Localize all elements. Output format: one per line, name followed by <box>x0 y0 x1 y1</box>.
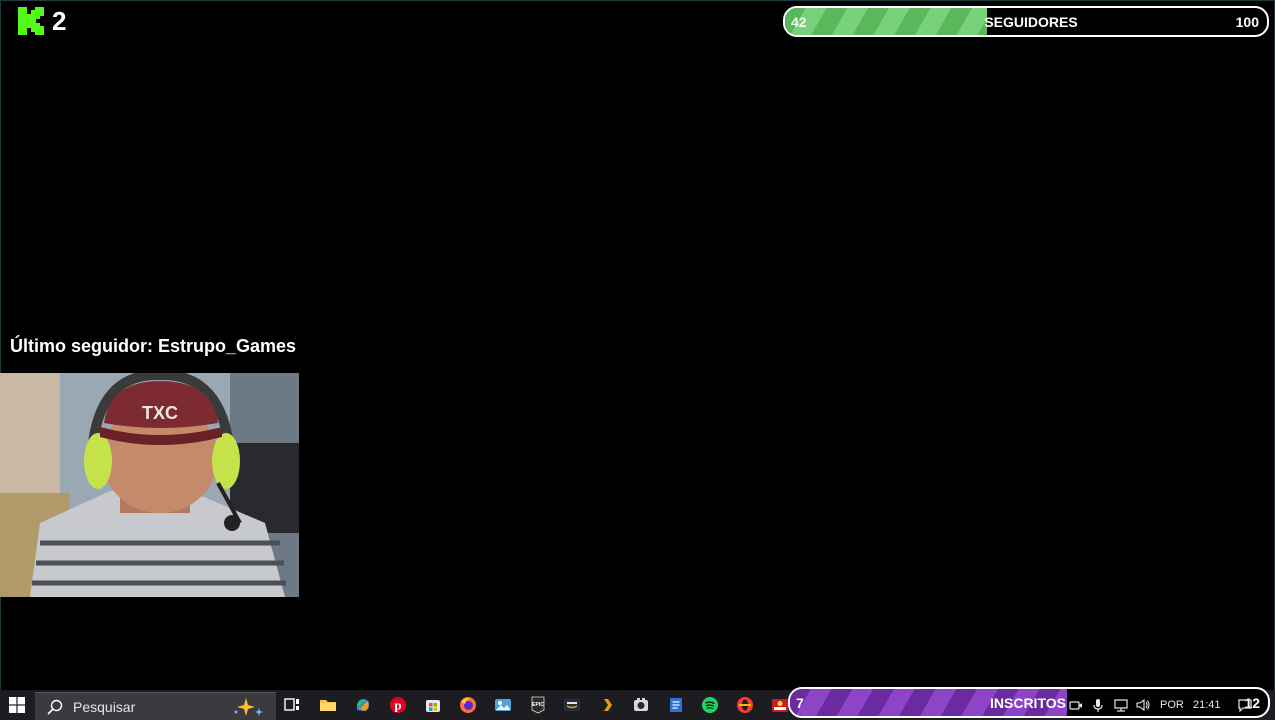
network-icon[interactable] <box>1113 697 1129 713</box>
clock-time: 21:41 <box>1193 699 1221 711</box>
svg-text:p: p <box>394 698 401 713</box>
language-indicator[interactable]: POR <box>1160 690 1184 720</box>
file-explorer-icon[interactable] <box>319 696 337 714</box>
task-view-icon[interactable] <box>283 696 301 714</box>
subscribers-goal-label: INSCRITOS <box>990 694 1066 711</box>
opera-icon[interactable] <box>736 696 754 714</box>
webcam-image: TXC <box>0 373 299 597</box>
followers-target: 100 <box>1235 13 1259 30</box>
windows-start-icon <box>9 697 25 713</box>
pinterest-icon[interactable]: p <box>389 696 407 714</box>
poker-icon[interactable] <box>771 696 789 714</box>
last-follower-text: Último seguidor: Estrupo_Games <box>10 336 297 356</box>
firefox-icon[interactable] <box>459 696 477 714</box>
followers-goal-label: SEGUIDORES <box>984 13 1078 30</box>
kick-logo-icon <box>18 7 44 35</box>
plex-icon[interactable] <box>598 696 616 714</box>
obs-icon[interactable] <box>632 696 650 714</box>
taskbar-search-box[interactable] <box>35 692 276 720</box>
screen-border <box>0 0 1275 720</box>
language-text: POR <box>1160 699 1184 711</box>
copilot-icon[interactable] <box>354 696 372 714</box>
notification-icon[interactable] <box>1237 697 1253 713</box>
start-button[interactable] <box>0 690 34 720</box>
photos-icon[interactable] <box>494 696 512 714</box>
microsoft-store-icon[interactable] <box>424 696 442 714</box>
subscribers-current: 7 <box>796 694 804 711</box>
amazon-prime-icon[interactable] <box>563 696 581 714</box>
webcam-cap-text: TXC <box>142 403 178 423</box>
followers-goal-bar: 42 SEGUIDORES 100 <box>783 6 1269 37</box>
clock[interactable]: 21:41 <box>1193 690 1221 720</box>
copilot-sparkle-icon[interactable] <box>232 697 268 717</box>
camera-icon[interactable] <box>1068 697 1084 713</box>
spotify-icon[interactable] <box>701 696 719 714</box>
viewer-count: 2 <box>52 6 67 36</box>
microphone-icon[interactable] <box>1090 697 1106 713</box>
svg-text:EPIC: EPIC <box>532 702 544 708</box>
notepad-icon[interactable] <box>667 696 685 714</box>
viewer-count-widget: 2 <box>18 6 66 36</box>
webcam-feed: TXC <box>0 373 299 597</box>
search-input[interactable] <box>73 698 213 715</box>
volume-icon[interactable] <box>1135 697 1151 713</box>
search-icon <box>47 699 63 715</box>
epic-games-icon[interactable]: EPIC <box>529 696 547 714</box>
